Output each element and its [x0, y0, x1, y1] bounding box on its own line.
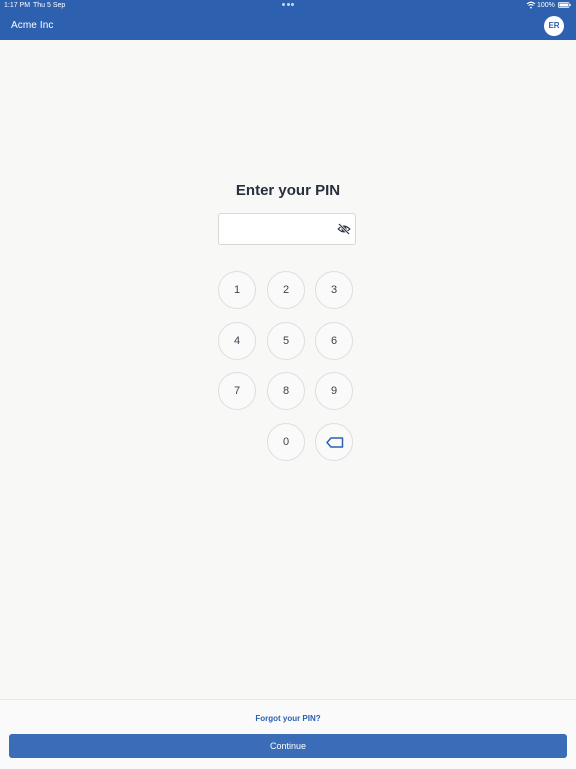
keypad-key-0[interactable]: 0: [267, 423, 305, 461]
app-title: Acme Inc: [11, 20, 54, 31]
wifi-icon: [526, 1, 536, 9]
keypad-key-7[interactable]: 7: [218, 372, 256, 410]
battery-percentage: 100%: [537, 2, 555, 9]
keypad-key-4[interactable]: 4: [218, 322, 256, 360]
pin-input[interactable]: [220, 215, 328, 243]
backspace-icon: [326, 437, 344, 448]
battery-icon: [558, 2, 571, 8]
eye-off-icon[interactable]: [337, 222, 351, 236]
app-header: 1:17 PM Thu 5 Sep 100% Acme Inc ER: [0, 0, 576, 40]
user-avatar[interactable]: ER: [544, 16, 564, 36]
keypad-key-5[interactable]: 5: [267, 322, 305, 360]
continue-button[interactable]: Continue: [9, 734, 567, 758]
page-title: Enter your PIN: [235, 182, 341, 199]
backspace-button[interactable]: [315, 423, 353, 461]
pin-field: [218, 213, 356, 245]
status-time: 1:17 PM: [4, 2, 31, 9]
keypad-key-6[interactable]: 6: [315, 322, 353, 360]
status-date: Thu 5 Sep: [33, 2, 66, 9]
keypad-key-8[interactable]: 8: [267, 372, 305, 410]
keypad-key-1[interactable]: 1: [218, 271, 256, 309]
more-dots-icon[interactable]: [282, 3, 294, 7]
keypad-key-2[interactable]: 2: [267, 271, 305, 309]
keypad-key-9[interactable]: 9: [315, 372, 353, 410]
forgot-pin-link[interactable]: Forgot your PIN?: [0, 713, 576, 724]
keypad-key-3[interactable]: 3: [315, 271, 353, 309]
